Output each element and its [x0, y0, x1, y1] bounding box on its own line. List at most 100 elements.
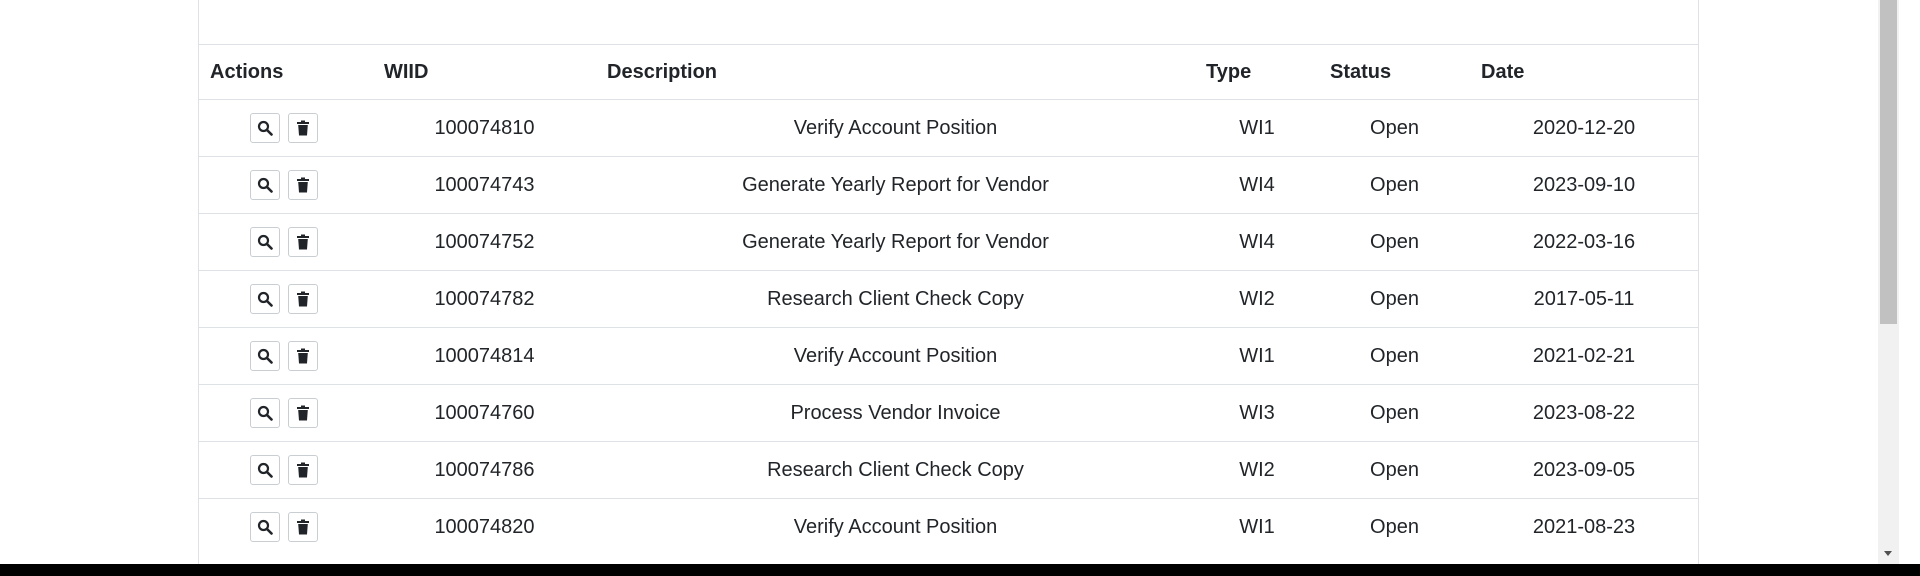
vertical-scrollbar[interactable]	[1878, 0, 1899, 564]
cell-wiid: 100074760	[373, 384, 596, 442]
view-button[interactable]	[250, 227, 280, 257]
row-actions-cell	[199, 156, 373, 214]
delete-button[interactable]	[287, 512, 318, 542]
table-row: 100074752 Generate Yearly Report for Ven…	[199, 213, 1698, 271]
delete-button[interactable]	[287, 398, 318, 428]
table-row: 100074820 Verify Account Position WI1 Op…	[199, 498, 1698, 555]
table-row: 100074743 Generate Yearly Report for Ven…	[199, 156, 1698, 214]
row-actions-cell	[199, 441, 373, 499]
delete-button[interactable]	[287, 227, 318, 257]
column-header-description[interactable]: Description	[596, 45, 1195, 100]
cell-status: Open	[1319, 99, 1470, 157]
search-icon	[257, 348, 273, 364]
cell-description: Research Client Check Copy	[596, 270, 1195, 328]
cell-wiid: 100074743	[373, 156, 596, 214]
search-icon	[257, 120, 273, 136]
cell-wiid: 100074782	[373, 270, 596, 328]
cell-type: WI4	[1195, 213, 1319, 271]
trash-icon	[296, 519, 309, 535]
cell-status: Open	[1319, 498, 1470, 555]
view-button[interactable]	[250, 512, 280, 542]
cell-date: 2017-05-11	[1470, 270, 1698, 328]
view-button[interactable]	[250, 284, 280, 314]
cell-status: Open	[1319, 384, 1470, 442]
cell-description: Verify Account Position	[596, 327, 1195, 385]
cell-type: WI1	[1195, 498, 1319, 555]
trash-icon	[296, 291, 309, 307]
cell-wiid: 100074752	[373, 213, 596, 271]
table-row: 100074810 Verify Account Position WI1 Op…	[199, 99, 1698, 157]
cell-description: Process Vendor Invoice	[596, 384, 1195, 442]
trash-icon	[296, 405, 309, 421]
table-header-row: Actions WIID Description Type Status Dat…	[199, 45, 1698, 100]
row-actions-cell	[199, 99, 373, 157]
bottom-black-bar	[0, 564, 1920, 576]
search-icon	[257, 519, 273, 535]
column-header-date[interactable]: Date	[1470, 45, 1698, 100]
cell-date: 2021-08-23	[1470, 498, 1698, 555]
cell-type: WI3	[1195, 384, 1319, 442]
table-row: 100074786 Research Client Check Copy WI2…	[199, 441, 1698, 499]
view-button[interactable]	[250, 398, 280, 428]
search-icon	[257, 462, 273, 478]
row-actions-cell	[199, 270, 373, 328]
cell-wiid: 100074786	[373, 441, 596, 499]
cell-status: Open	[1319, 270, 1470, 328]
row-actions-cell	[199, 384, 373, 442]
cell-status: Open	[1319, 441, 1470, 499]
view-button[interactable]	[250, 455, 280, 485]
trash-icon	[296, 234, 309, 250]
delete-button[interactable]	[287, 113, 318, 143]
column-header-status[interactable]: Status	[1319, 45, 1470, 100]
delete-button[interactable]	[287, 341, 318, 371]
column-header-actions: Actions	[199, 45, 373, 100]
cell-wiid: 100074810	[373, 99, 596, 157]
trash-icon	[296, 177, 309, 193]
view-button[interactable]	[250, 341, 280, 371]
trash-icon	[296, 462, 309, 478]
trash-icon	[296, 348, 309, 364]
search-icon	[257, 291, 273, 307]
row-actions-cell	[199, 327, 373, 385]
cell-status: Open	[1319, 327, 1470, 385]
cell-type: WI1	[1195, 327, 1319, 385]
cell-type: WI2	[1195, 270, 1319, 328]
scroll-down-arrow-icon[interactable]	[1884, 551, 1892, 556]
cell-description: Generate Yearly Report for Vendor	[596, 213, 1195, 271]
scrollbar-thumb[interactable]	[1880, 0, 1897, 324]
search-icon	[257, 234, 273, 250]
table-row: 100074782 Research Client Check Copy WI2…	[199, 270, 1698, 328]
delete-button[interactable]	[287, 455, 318, 485]
search-icon	[257, 405, 273, 421]
cell-date: 2022-03-16	[1470, 213, 1698, 271]
page-viewport: Actions WIID Description Type Status Dat…	[0, 0, 1899, 564]
delete-button[interactable]	[287, 170, 318, 200]
column-header-wiid[interactable]: WIID	[373, 45, 596, 100]
cell-date: 2023-09-05	[1470, 441, 1698, 499]
cell-wiid: 100074814	[373, 327, 596, 385]
table-row: 100074814 Verify Account Position WI1 Op…	[199, 327, 1698, 385]
search-icon	[257, 177, 273, 193]
work-items-card: Actions WIID Description Type Status Dat…	[198, 0, 1699, 564]
cell-wiid: 100074820	[373, 498, 596, 555]
cell-type: WI4	[1195, 156, 1319, 214]
cell-type: WI1	[1195, 99, 1319, 157]
delete-button[interactable]	[287, 284, 318, 314]
cell-date: 2023-09-10	[1470, 156, 1698, 214]
view-button[interactable]	[250, 113, 280, 143]
cell-description: Verify Account Position	[596, 99, 1195, 157]
cell-status: Open	[1319, 156, 1470, 214]
trash-icon	[296, 120, 309, 136]
column-header-type[interactable]: Type	[1195, 45, 1319, 100]
cell-status: Open	[1319, 213, 1470, 271]
row-actions-cell	[199, 213, 373, 271]
cell-description: Research Client Check Copy	[596, 441, 1195, 499]
cell-description: Generate Yearly Report for Vendor	[596, 156, 1195, 214]
cell-date: 2021-02-21	[1470, 327, 1698, 385]
cell-date: 2023-08-22	[1470, 384, 1698, 442]
view-button[interactable]	[250, 170, 280, 200]
work-items-table: Actions WIID Description Type Status Dat…	[199, 45, 1698, 555]
cell-description: Verify Account Position	[596, 498, 1195, 555]
table-row: 100074760 Process Vendor Invoice WI3 Ope…	[199, 384, 1698, 442]
cell-date: 2020-12-20	[1470, 99, 1698, 157]
